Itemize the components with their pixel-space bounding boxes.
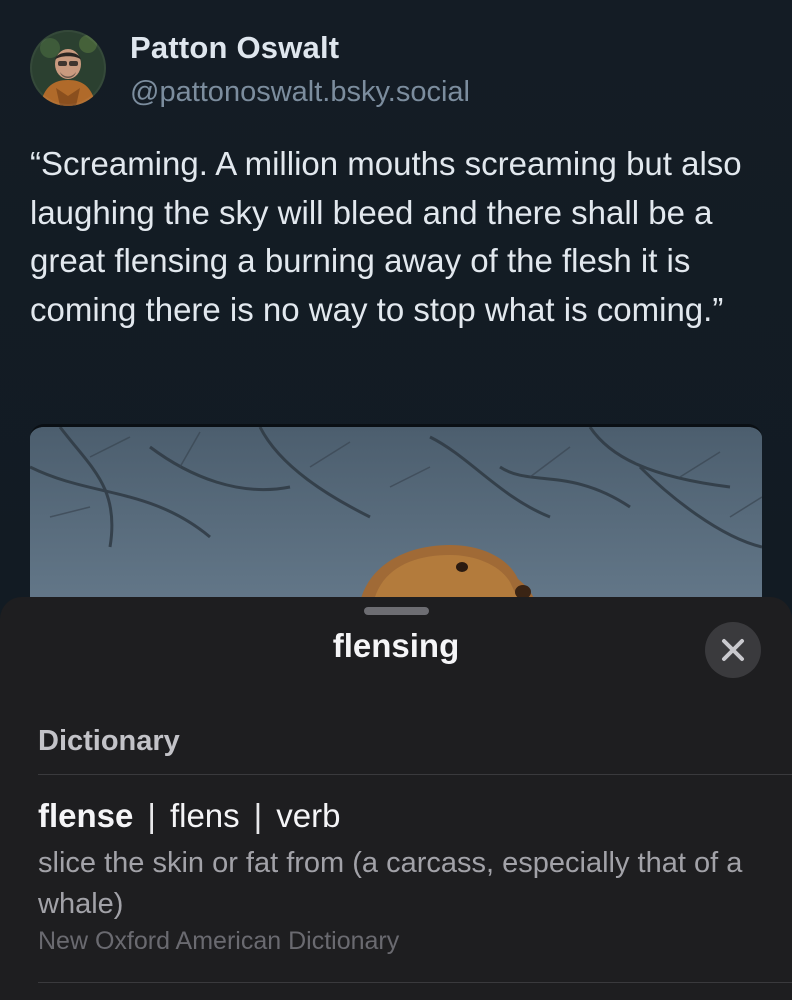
lookup-sheet: flensing Dictionary flense | flens | verb sl… bbox=[0, 597, 792, 1000]
section-divider bbox=[38, 774, 792, 775]
author-avatar[interactable] bbox=[30, 30, 106, 106]
post-text: “Screaming. A million mouths screaming b… bbox=[30, 145, 742, 328]
entry-separator: | bbox=[147, 797, 156, 834]
section-header-dictionary: Dictionary bbox=[38, 725, 180, 757]
sheet-grabber[interactable] bbox=[364, 607, 429, 615]
entry-divider bbox=[38, 982, 792, 983]
close-icon bbox=[722, 639, 744, 661]
entry-part-of-speech: verb bbox=[276, 797, 341, 834]
entry-separator: | bbox=[253, 797, 263, 834]
entry-source: New Oxford American Dictionary bbox=[38, 927, 400, 955]
entry-word: flense bbox=[38, 797, 134, 834]
entry-pronunciation: flens bbox=[169, 797, 240, 834]
sheet-title: flensing bbox=[332, 627, 460, 664]
author-handle[interactable]: @pattonoswalt.bsky.social bbox=[130, 76, 470, 109]
close-button[interactable] bbox=[705, 622, 761, 678]
author-name[interactable]: Patton Oswalt bbox=[130, 30, 339, 66]
entry-definition: slice the skin or fat from (a carcass, e… bbox=[38, 847, 743, 920]
dictionary-entry-headline[interactable]: flense | flens | verb bbox=[38, 797, 340, 835]
